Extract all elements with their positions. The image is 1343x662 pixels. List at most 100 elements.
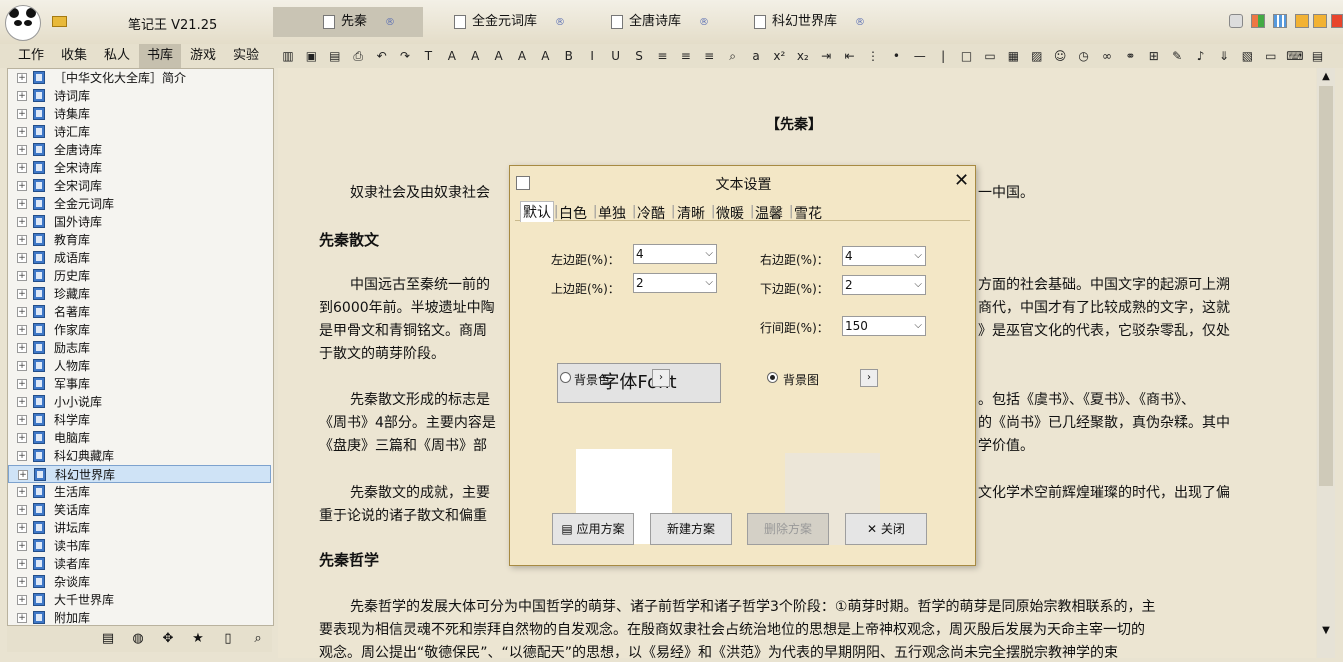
- tree-item[interactable]: +国外诗库: [8, 213, 271, 231]
- expand-icon[interactable]: +: [17, 289, 27, 299]
- delete-scheme-button[interactable]: 删除方案: [747, 513, 829, 545]
- expand-icon[interactable]: +: [17, 109, 27, 119]
- undo-icon[interactable]: ↶: [374, 48, 390, 64]
- case-icon[interactable]: a: [748, 48, 764, 64]
- more-icon[interactable]: ▤: [1310, 48, 1326, 64]
- expand-icon[interactable]: +: [17, 451, 27, 461]
- expand-icon[interactable]: +: [17, 487, 27, 497]
- italic-icon[interactable]: I: [584, 48, 600, 64]
- box-icon[interactable]: □: [959, 48, 975, 64]
- window-icon[interactable]: ▭: [982, 48, 998, 64]
- tree-item[interactable]: +人物库: [8, 357, 271, 375]
- table-icon[interactable]: ▦: [1005, 48, 1021, 64]
- superscript-icon[interactable]: x²: [771, 48, 787, 64]
- emoji-icon[interactable]: ☺: [1052, 48, 1068, 64]
- expand-icon[interactable]: +: [17, 163, 27, 173]
- keyboard-icon[interactable]: ⌨: [1286, 48, 1302, 64]
- image-icon[interactable]: ▨: [1029, 48, 1045, 64]
- expand-icon[interactable]: +: [17, 181, 27, 191]
- tree-item[interactable]: +笑话库: [8, 501, 271, 519]
- new-scheme-button[interactable]: 新建方案: [650, 513, 732, 545]
- tools-icon[interactable]: ✥: [160, 631, 176, 647]
- expand-icon[interactable]: +: [17, 343, 27, 353]
- font-a-icon[interactable]: A: [491, 48, 507, 64]
- tree-item[interactable]: +诗汇库: [8, 123, 271, 141]
- tree-item[interactable]: +全唐诗库: [8, 141, 271, 159]
- expand-icon[interactable]: +: [17, 379, 27, 389]
- tree-item[interactable]: +全宋诗库: [8, 159, 271, 177]
- download-icon[interactable]: ⇓: [1216, 48, 1232, 64]
- chain-icon[interactable]: ⚭: [1122, 48, 1138, 64]
- tree-item[interactable]: +军事库: [8, 375, 271, 393]
- subscript-icon[interactable]: x₂: [795, 48, 811, 64]
- expand-icon[interactable]: +: [17, 523, 27, 533]
- tree-item[interactable]: +作家库: [8, 321, 271, 339]
- expand-icon[interactable]: +: [17, 541, 27, 551]
- align-center-icon[interactable]: ≡: [678, 48, 694, 64]
- tree-item[interactable]: +科学库: [8, 411, 271, 429]
- expand-icon[interactable]: +: [17, 415, 27, 425]
- vertical-scrollbar[interactable]: ▲ ▼: [1317, 68, 1335, 658]
- tab-quantangshi[interactable]: 全唐诗库®: [611, 7, 709, 37]
- tree-item[interactable]: +电脑库: [8, 429, 271, 447]
- align-right-icon[interactable]: ≡: [701, 48, 717, 64]
- globe-icon[interactable]: ◍: [130, 631, 146, 647]
- tree-item[interactable]: +附加库: [8, 609, 271, 626]
- tree-item[interactable]: +全金元词库: [8, 195, 271, 213]
- scheme-tab[interactable]: 白色: [559, 203, 587, 223]
- font-color-icon[interactable]: A: [444, 48, 460, 64]
- indent-icon[interactable]: ⇥: [818, 48, 834, 64]
- search-icon[interactable]: ⌕: [250, 631, 266, 647]
- expand-icon[interactable]: +: [17, 577, 27, 587]
- trash-icon[interactable]: ▯: [220, 631, 236, 647]
- underline-icon[interactable]: U: [608, 48, 624, 64]
- numbered-list-icon[interactable]: ⋮: [865, 48, 881, 64]
- tree-item[interactable]: +讲坛库: [8, 519, 271, 537]
- expand-icon[interactable]: +: [17, 307, 27, 317]
- font-shrink-icon[interactable]: A: [537, 48, 553, 64]
- tree-item[interactable]: +读者库: [8, 555, 271, 573]
- book-icon[interactable]: ▥: [280, 48, 296, 64]
- scheme-tab[interactable]: 清晰: [677, 203, 705, 223]
- bg-image-radio[interactable]: [767, 372, 778, 383]
- scheme-tab[interactable]: 默认: [520, 201, 554, 222]
- tree-item[interactable]: +历史库: [8, 267, 271, 285]
- tab-quanjinyuanci[interactable]: 全金元词库®: [454, 7, 565, 37]
- star-icon[interactable]: ★: [190, 631, 206, 647]
- insert-icon[interactable]: ⊞: [1146, 48, 1162, 64]
- pin-icon[interactable]: ®: [855, 17, 865, 28]
- music-icon[interactable]: ♪: [1193, 48, 1209, 64]
- tree-item[interactable]: +全宋词库: [8, 177, 271, 195]
- find-icon[interactable]: ⌕: [725, 48, 741, 64]
- expand-icon[interactable]: +: [17, 505, 27, 515]
- bottom-margin-select[interactable]: 2⌵: [842, 275, 926, 295]
- pin-icon[interactable]: ®: [555, 17, 565, 28]
- tree-item[interactable]: +珍藏库: [8, 285, 271, 303]
- tree-item[interactable]: +科幻典藏库: [8, 447, 271, 465]
- tree-item[interactable]: +诗词库: [8, 87, 271, 105]
- notes-icon[interactable]: ▤: [100, 631, 116, 647]
- tree-item[interactable]: +诗集库: [8, 105, 271, 123]
- expand-icon[interactable]: +: [17, 91, 27, 101]
- bullet-list-icon[interactable]: •: [888, 48, 904, 64]
- expand-icon[interactable]: +: [17, 73, 27, 83]
- expand-icon[interactable]: +: [17, 559, 27, 569]
- expand-icon[interactable]: +: [17, 613, 27, 623]
- align-left-icon[interactable]: ≡: [654, 48, 670, 64]
- expand-icon[interactable]: +: [17, 271, 27, 281]
- scroll-up-icon[interactable]: ▲: [1317, 68, 1335, 86]
- tree-item[interactable]: +［中华文化大全库］简介: [8, 69, 271, 87]
- print-icon[interactable]: ⎙: [350, 48, 366, 64]
- page-icon[interactable]: ▤: [327, 48, 343, 64]
- brush-icon[interactable]: ✎: [1169, 48, 1185, 64]
- font-grow-icon[interactable]: A: [514, 48, 530, 64]
- screen-icon[interactable]: ▭: [1263, 48, 1279, 64]
- bg-color-picker-button[interactable]: ›: [652, 369, 670, 387]
- menu-experiment[interactable]: 实验: [233, 44, 259, 68]
- text-style-icon[interactable]: T: [420, 48, 436, 64]
- separator-icon[interactable]: |: [935, 48, 951, 64]
- left-margin-select[interactable]: 4⌵: [633, 244, 717, 264]
- bold-icon[interactable]: B: [561, 48, 577, 64]
- tree-item[interactable]: +小小说库: [8, 393, 271, 411]
- redo-icon[interactable]: ↷: [397, 48, 413, 64]
